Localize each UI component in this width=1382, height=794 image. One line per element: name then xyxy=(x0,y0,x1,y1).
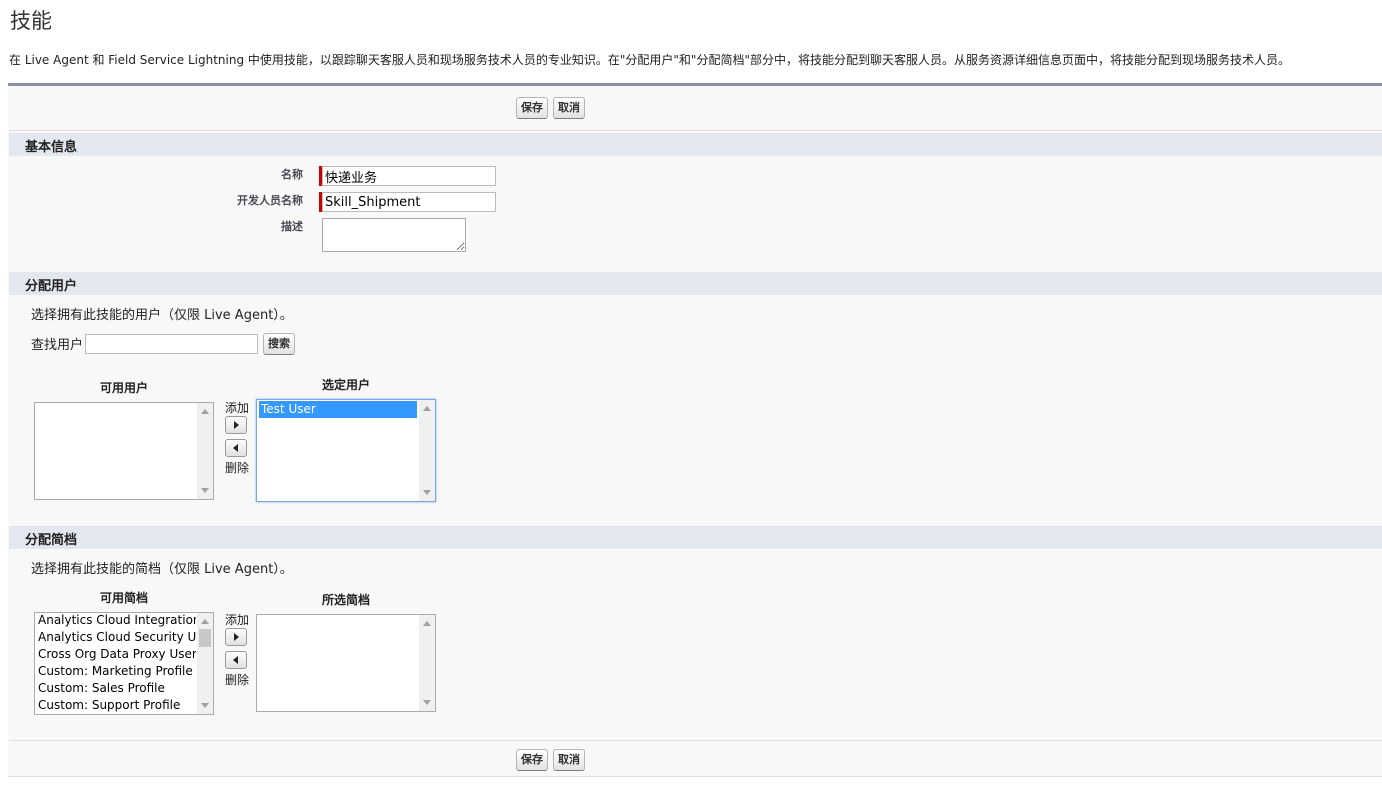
page-title: 技能 xyxy=(10,9,52,33)
assign-users-hint: 选择拥有此技能的用户（仅限 Live Agent）。 xyxy=(31,308,293,323)
scroll-up-icon[interactable] xyxy=(423,406,431,411)
page-description: 在 Live Agent 和 Field Service Lightning 中… xyxy=(9,53,1290,67)
scroll-up-icon[interactable] xyxy=(423,621,431,626)
assign-profiles-hint: 选择拥有此技能的简档（仅限 Live Agent）。 xyxy=(31,562,293,577)
list-item[interactable]: Cross Org Data Proxy User xyxy=(36,646,196,663)
cancel-button-bottom[interactable]: 取消 xyxy=(553,749,585,771)
list-item[interactable]: Custom: Marketing Profile xyxy=(36,663,196,680)
save-button-top[interactable]: 保存 xyxy=(516,97,548,119)
scroll-down-icon[interactable] xyxy=(423,490,431,495)
section-assign-users: 分配用户 xyxy=(9,272,1382,295)
scrollbar[interactable] xyxy=(197,613,213,714)
list-item[interactable]: Analytics Cloud Security User xyxy=(36,629,196,646)
find-user-input[interactable] xyxy=(85,334,258,354)
section-basic-info: 基本信息 xyxy=(9,133,1382,156)
dev-name-label: 开发人员名称 xyxy=(237,194,303,207)
find-user-label: 查找用户 xyxy=(31,338,84,353)
selected-profiles-list[interactable] xyxy=(256,614,436,712)
selected-profiles-title: 所选简档 xyxy=(321,593,370,607)
scroll-up-icon[interactable] xyxy=(201,409,209,414)
scroll-down-icon[interactable] xyxy=(423,700,431,705)
add-user-button[interactable] xyxy=(225,416,247,434)
selected-users-list[interactable]: Test User xyxy=(256,399,436,502)
scroll-up-icon[interactable] xyxy=(201,619,209,624)
list-item[interactable]: Custom: Support Profile xyxy=(36,697,196,714)
available-users-list[interactable] xyxy=(34,402,214,500)
section-assign-profiles: 分配简档 xyxy=(9,526,1382,549)
scrollbar[interactable] xyxy=(419,400,435,501)
add-label: 添加 xyxy=(225,401,250,415)
name-field[interactable] xyxy=(322,166,496,186)
section-heading: 分配简档 xyxy=(25,533,78,548)
edit-panel xyxy=(8,83,1382,777)
available-users-title: 可用用户 xyxy=(99,381,148,395)
scroll-down-icon[interactable] xyxy=(201,488,209,493)
arrow-right-icon xyxy=(234,633,239,641)
remove-profile-button[interactable] xyxy=(225,651,247,669)
list-item[interactable]: Analytics Cloud Integration User xyxy=(36,613,196,629)
arrow-left-icon xyxy=(233,444,238,452)
search-button[interactable]: 搜索 xyxy=(263,333,295,355)
section-heading: 基本信息 xyxy=(25,140,78,155)
available-profiles-list[interactable]: Analytics Cloud Integration User Analyti… xyxy=(34,612,214,715)
remove-user-button[interactable] xyxy=(225,439,247,457)
list-item[interactable]: Test User xyxy=(259,401,417,418)
arrow-right-icon xyxy=(234,421,239,429)
cancel-button-top[interactable]: 取消 xyxy=(553,97,585,119)
divider xyxy=(9,130,1382,131)
description-label: 描述 xyxy=(281,220,303,233)
selected-users-title: 选定用户 xyxy=(321,378,370,392)
divider xyxy=(9,740,1382,741)
section-heading: 分配用户 xyxy=(25,279,78,294)
remove-label: 删除 xyxy=(225,461,250,475)
list-item[interactable]: Custom: Sales Profile xyxy=(36,680,196,697)
remove-label: 删除 xyxy=(225,673,250,687)
arrow-left-icon xyxy=(233,656,238,664)
developer-name-field[interactable] xyxy=(322,192,496,212)
name-label: 名称 xyxy=(281,168,303,181)
description-field[interactable] xyxy=(322,218,466,252)
scroll-thumb[interactable] xyxy=(199,629,211,647)
scrollbar[interactable] xyxy=(197,403,213,499)
scroll-down-icon[interactable] xyxy=(201,703,209,708)
add-profile-button[interactable] xyxy=(225,628,247,646)
scrollbar[interactable] xyxy=(419,615,435,711)
add-label: 添加 xyxy=(225,613,250,627)
save-button-bottom[interactable]: 保存 xyxy=(516,749,548,771)
available-profiles-title: 可用简档 xyxy=(99,591,148,605)
